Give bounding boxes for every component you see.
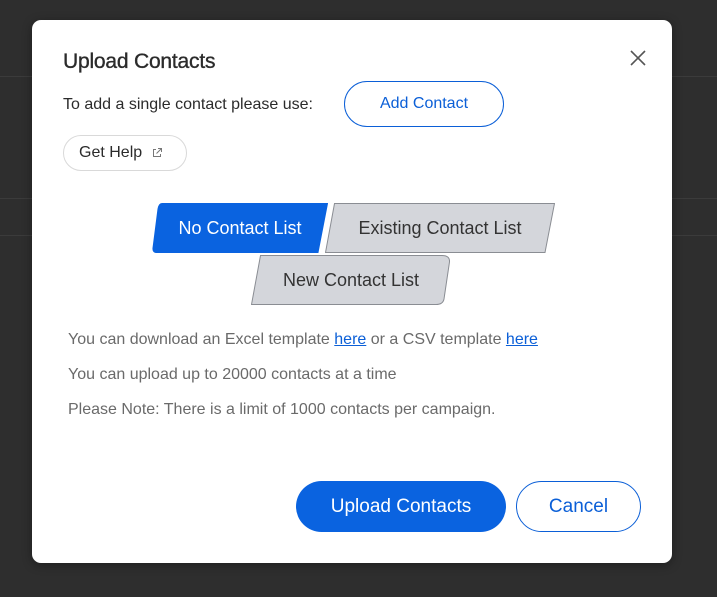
new-contact-list-option[interactable]: New Contact List [251, 255, 451, 305]
single-contact-prompt: To add a single contact please use: [63, 96, 313, 113]
cancel-button[interactable]: Cancel [516, 481, 641, 532]
existing-contact-list-option[interactable]: Existing Contact List [325, 203, 555, 253]
modal-title: Upload Contacts [63, 50, 216, 73]
campaign-limit-note: Please Note: There is a limit of 1000 co… [68, 401, 496, 418]
excel-template-link[interactable]: here [334, 331, 366, 348]
get-help-button[interactable]: Get Help [63, 135, 187, 171]
existing-contact-list-label: Existing Contact List [358, 217, 522, 238]
template-download-text: You can download an Excel template here … [68, 331, 538, 349]
csv-template-link[interactable]: here [506, 331, 538, 348]
upload-contacts-modal: Upload Contacts To add a single contact … [32, 20, 672, 563]
new-contact-list-label: New Contact List [282, 269, 420, 290]
external-link-icon [153, 148, 163, 157]
upload-contacts-button[interactable]: Upload Contacts [296, 481, 506, 532]
get-help-label: Get Help [79, 144, 143, 161]
no-contact-list-label: No Contact List [178, 217, 302, 238]
close-icon [630, 50, 646, 66]
add-contact-button[interactable]: Add Contact [344, 81, 504, 127]
template-download-prefix: You can download an Excel template [68, 331, 335, 348]
close-button[interactable] [626, 46, 650, 70]
no-contact-list-option[interactable]: No Contact List [152, 203, 328, 253]
upload-limit-text: You can upload up to 20000 contacts at a… [68, 366, 397, 383]
template-download-middle: or a CSV template [366, 331, 506, 348]
